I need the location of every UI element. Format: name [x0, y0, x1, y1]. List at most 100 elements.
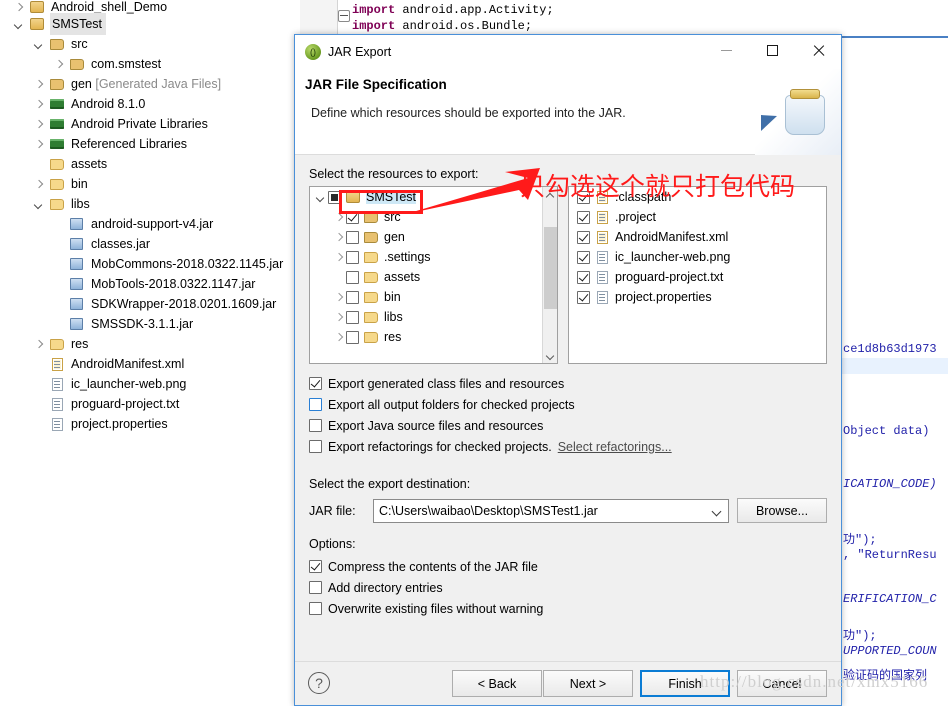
export-tree-checkbox[interactable] [346, 230, 359, 244]
scroll-up-icon[interactable] [543, 187, 557, 203]
chevron-down-icon[interactable] [14, 19, 25, 30]
export-tree-row[interactable]: assets [310, 267, 557, 287]
chevron-right-icon[interactable] [34, 99, 45, 110]
explorer-row[interactable]: MobCommons-2018.0322.1145.jar [0, 254, 300, 274]
resource-tree-scrollbar[interactable] [542, 187, 558, 363]
chevron-right-icon[interactable] [54, 59, 65, 70]
export-file-checkbox[interactable] [577, 250, 591, 264]
explorer-row[interactable]: assets [0, 154, 300, 174]
resource-file-items[interactable]: .classpath .project AndroidManifest.xml ic_… [569, 187, 826, 307]
export-file-checkbox[interactable] [577, 210, 591, 224]
export-file-row[interactable]: project.properties [569, 287, 826, 307]
jar-option-checkbox[interactable] [309, 560, 322, 573]
chevron-down-icon[interactable] [314, 190, 328, 204]
explorer-row[interactable]: Android_shell_Demo [0, 0, 300, 14]
explorer-row[interactable]: res [0, 334, 300, 354]
export-tree-checkbox[interactable] [346, 290, 359, 304]
export-option-checkbox[interactable] [309, 398, 322, 411]
explorer-row[interactable]: gen [Generated Java Files] [0, 74, 300, 94]
package-explorer[interactable]: Android_shell_Demo SMSTest src com.smstest g… [0, 0, 300, 706]
export-option-checkbox[interactable] [309, 377, 322, 390]
explorer-row[interactable]: Android 8.1.0 [0, 94, 300, 114]
close-button[interactable] [795, 35, 841, 65]
scrollbar-thumb[interactable] [544, 227, 558, 309]
chevron-down-icon[interactable] [34, 39, 45, 50]
dialog-titlebar[interactable]: JAR Export [295, 35, 841, 69]
export-tree-row[interactable]: src [310, 207, 557, 227]
export-file-checkbox[interactable] [577, 190, 591, 204]
explorer-row[interactable]: bin [0, 174, 300, 194]
export-option-checkbox[interactable] [309, 419, 322, 432]
chevron-right-icon[interactable] [34, 179, 45, 190]
next-button[interactable]: Next > [543, 670, 633, 697]
jar-option-row[interactable]: Overwrite existing files without warning [309, 598, 827, 619]
explorer-row[interactable]: src [0, 34, 300, 54]
scroll-down-icon[interactable] [543, 349, 557, 363]
window-controls[interactable] [703, 35, 841, 65]
export-option-row[interactable]: Export all output folders for checked pr… [309, 394, 827, 415]
export-file-row[interactable]: .classpath [569, 187, 826, 207]
chevron-right-icon[interactable] [332, 210, 346, 224]
explorer-row[interactable]: SDKWrapper-2018.0201.1609.jar [0, 294, 300, 314]
jar-option-checkbox[interactable] [309, 581, 322, 594]
export-file-row[interactable]: AndroidManifest.xml [569, 227, 826, 247]
resource-tree-pane[interactable]: SMSTest src gen .settings assets bin libs res [309, 186, 559, 364]
export-option-row[interactable]: Export generated class files and resourc… [309, 373, 827, 394]
export-tree-row[interactable]: libs [310, 307, 557, 327]
chevron-down-icon[interactable] [711, 506, 722, 516]
resource-tree-items[interactable]: SMSTest src gen .settings assets bin libs res [310, 187, 557, 347]
resource-file-pane[interactable]: .classpath .project AndroidManifest.xml ic_… [568, 186, 827, 364]
chevron-right-icon[interactable] [332, 230, 346, 244]
export-tree-row[interactable]: SMSTest [310, 187, 557, 207]
back-button[interactable]: < Back [452, 670, 542, 697]
explorer-row[interactable]: proguard-project.txt [0, 394, 300, 414]
chevron-right-icon[interactable] [332, 290, 346, 304]
export-tree-row[interactable]: res [310, 327, 557, 347]
export-option-row[interactable]: Export refactorings for checked projects… [309, 436, 827, 457]
minimize-button[interactable] [703, 35, 749, 65]
export-file-checkbox[interactable] [577, 270, 591, 284]
chevron-right-icon[interactable] [34, 119, 45, 130]
explorer-row[interactable]: Referenced Libraries [0, 134, 300, 154]
export-tree-row[interactable]: .settings [310, 247, 557, 267]
export-file-row[interactable]: ic_launcher-web.png [569, 247, 826, 267]
explorer-row[interactable]: classes.jar [0, 234, 300, 254]
help-button[interactable]: ? [308, 672, 330, 694]
chevron-right-icon[interactable] [332, 310, 346, 324]
jarfile-combo[interactable]: C:\Users\waibao\Desktop\SMSTest1.jar [373, 498, 729, 523]
explorer-row[interactable]: libs [0, 194, 300, 214]
export-tree-checkbox[interactable] [346, 270, 359, 284]
jar-export-dialog[interactable]: JAR Export JAR File Specification Define… [294, 34, 842, 706]
explorer-row[interactable]: Android Private Libraries [0, 114, 300, 134]
export-file-row[interactable]: .project [569, 207, 826, 227]
export-tree-checkbox[interactable] [346, 210, 359, 224]
explorer-row[interactable]: ic_launcher-web.png [0, 374, 300, 394]
export-tree-row[interactable]: bin [310, 287, 557, 307]
chevron-right-icon[interactable] [34, 139, 45, 150]
export-file-checkbox[interactable] [577, 290, 591, 304]
explorer-row[interactable]: SMSSDK-3.1.1.jar [0, 314, 300, 334]
chevron-right-icon[interactable] [332, 330, 346, 344]
explorer-row[interactable]: com.smstest [0, 54, 300, 74]
select-refactorings-link[interactable]: Select refactorings... [558, 440, 672, 454]
export-tree-checkbox[interactable] [328, 190, 341, 204]
export-option-row[interactable]: Export Java source files and resources [309, 415, 827, 436]
explorer-row[interactable]: AndroidManifest.xml [0, 354, 300, 374]
explorer-row[interactable]: SMSTest [0, 13, 300, 35]
chevron-right-icon[interactable] [34, 79, 45, 90]
maximize-button[interactable] [749, 35, 795, 65]
export-file-row[interactable]: proguard-project.txt [569, 267, 826, 287]
chevron-down-icon[interactable] [34, 199, 45, 210]
explorer-row[interactable]: project.properties [0, 414, 300, 434]
chevron-right-icon[interactable] [34, 339, 45, 350]
export-tree-checkbox[interactable] [346, 310, 359, 324]
export-tree-row[interactable]: gen [310, 227, 557, 247]
chevron-right-icon[interactable] [14, 2, 25, 13]
jar-option-row[interactable]: Add directory entries [309, 577, 827, 598]
chevron-right-icon[interactable] [332, 250, 346, 264]
explorer-row[interactable]: android-support-v4.jar [0, 214, 300, 234]
explorer-row[interactable]: MobTools-2018.0322.1147.jar [0, 274, 300, 294]
export-file-checkbox[interactable] [577, 230, 591, 244]
browse-button[interactable]: Browse... [737, 498, 827, 523]
export-tree-checkbox[interactable] [346, 330, 359, 344]
